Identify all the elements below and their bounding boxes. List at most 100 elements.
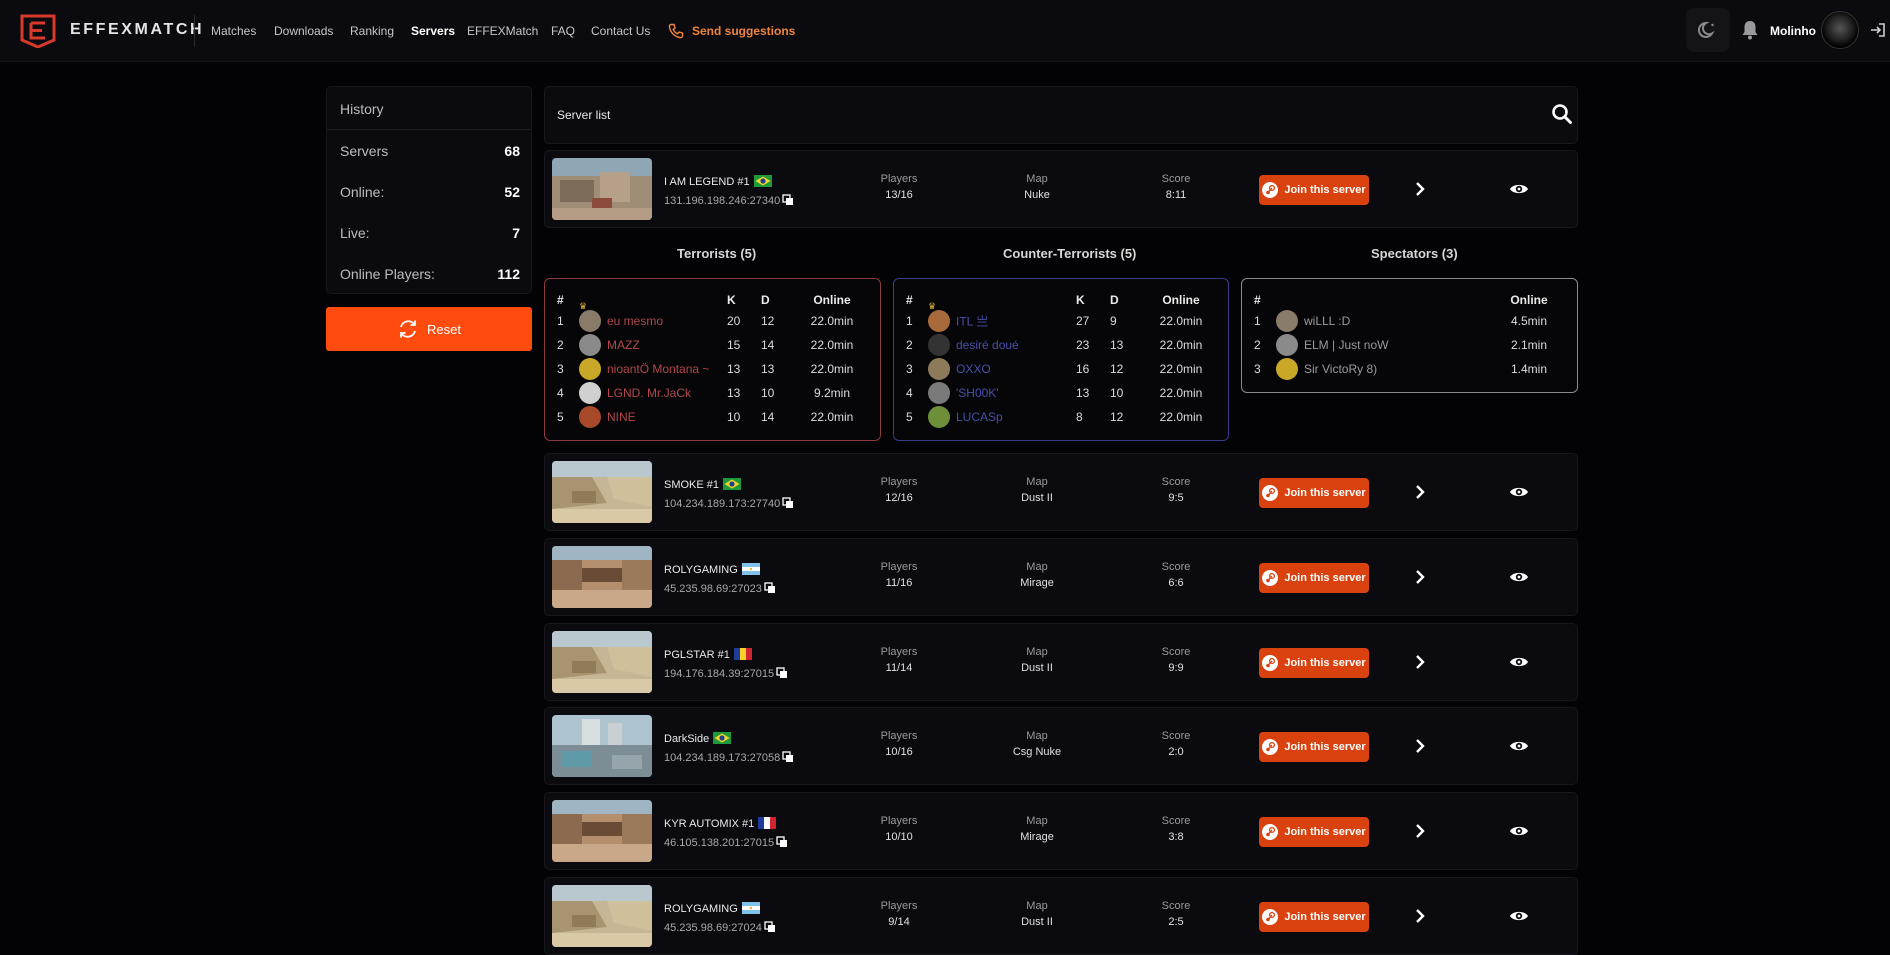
player-cell[interactable]: wiLLL :D — [1276, 309, 1492, 333]
player-cell[interactable]: ELM | Just noW — [1276, 333, 1492, 357]
eye-icon[interactable] — [1509, 739, 1529, 753]
score-value: 9:5 — [1168, 492, 1184, 504]
player-cell[interactable]: 'SH00K' — [928, 381, 1076, 405]
server-row[interactable]: SMOKE #1 104.234.189.173:27740 Players 12… — [544, 453, 1578, 531]
search-icon[interactable] — [1551, 103, 1573, 125]
server-row[interactable]: PGLSTAR #1 194.176.184.39:27015 Players 1… — [544, 623, 1578, 701]
copy-icon[interactable] — [762, 582, 776, 595]
copy-icon[interactable] — [780, 194, 794, 207]
players-column: Players 11/14 — [839, 646, 959, 674]
theme-toggle-button[interactable] — [1686, 8, 1730, 52]
eye-icon[interactable] — [1509, 485, 1529, 499]
eye-icon[interactable] — [1509, 655, 1529, 669]
join-server-button[interactable]: Join this server — [1259, 478, 1369, 508]
player-cell[interactable]: LGND. Mr.JaCk — [579, 381, 727, 405]
player-cell[interactable]: desiré doué — [928, 333, 1076, 357]
server-row[interactable]: DarkSide 104.234.189.173:27058 Players 10… — [544, 707, 1578, 785]
nav-link-faq[interactable]: FAQ — [551, 24, 575, 38]
join-server-button[interactable]: Join this server — [1259, 175, 1369, 205]
join-server-button[interactable]: Join this server — [1259, 817, 1369, 847]
server-search-input[interactable] — [557, 105, 1517, 125]
chevron-right-icon[interactable] — [1413, 821, 1427, 841]
player-name[interactable]: Sir VictoRy 8) — [1304, 362, 1377, 376]
player-row: 4 LGND. Mr.JaCk 13 10 9.2min — [557, 381, 869, 405]
server-row[interactable]: I AM LEGEND #1 131.196.198.246:27340 Pla… — [544, 150, 1578, 228]
chevron-right-icon[interactable] — [1413, 906, 1427, 926]
player-name[interactable]: ELM | Just noW — [1304, 338, 1388, 352]
eye-icon[interactable] — [1509, 570, 1529, 584]
player-name[interactable]: nioantÖ Montana ~ — [607, 362, 709, 376]
copy-icon[interactable] — [774, 667, 788, 680]
player-cell[interactable]: MAZZ — [579, 333, 727, 357]
player-name[interactable]: 'SH00K' — [956, 386, 999, 400]
effexmatch-logo-icon[interactable] — [20, 14, 56, 48]
player-cell[interactable]: LUCASp — [928, 405, 1076, 429]
player-cell[interactable]: NINE — [579, 405, 727, 429]
reset-button[interactable]: Reset — [326, 307, 532, 351]
copy-icon[interactable] — [774, 836, 788, 849]
nav-link-ranking[interactable]: Ranking — [350, 24, 394, 38]
player-rank: 3 — [557, 362, 564, 376]
history-value: 52 — [504, 184, 520, 200]
player-cell[interactable]: Sir VictoRy 8) — [1276, 357, 1492, 381]
player-cell[interactable]: nioantÖ Montana ~ — [579, 357, 727, 381]
player-cell[interactable]: ♛ eu mesmo — [579, 301, 727, 333]
bell-icon[interactable] — [1741, 20, 1759, 40]
player-name[interactable]: desiré doué — [956, 338, 1019, 352]
player-name[interactable]: NINE — [607, 410, 636, 424]
player-name[interactable]: LGND. Mr.JaCk — [607, 386, 691, 400]
table-header: D — [1110, 293, 1119, 307]
player-row: 1 ♛ ITL 亗 27 9 22.0min — [906, 301, 1218, 333]
player-row: 5 LUCASp 8 12 22.0min — [906, 405, 1218, 429]
history-panel: History Servers 68 Online: 52 Live: 7 Onlin… — [326, 86, 532, 294]
player-online-time: 4.5min — [1510, 314, 1548, 328]
history-row-live: Live: 7 — [340, 225, 520, 245]
players-column: Players 11/16 — [839, 561, 959, 589]
player-name[interactable]: MAZZ — [607, 338, 640, 352]
server-row[interactable]: ROLYGAMING 45.235.98.69:27024 Players 9/1… — [544, 877, 1578, 955]
chevron-right-icon[interactable] — [1413, 179, 1427, 199]
players-column: Players 10/16 — [839, 730, 959, 758]
score-value: 3:8 — [1168, 831, 1184, 843]
join-server-button[interactable]: Join this server — [1259, 563, 1369, 593]
chevron-right-icon[interactable] — [1413, 567, 1427, 587]
chevron-right-icon[interactable] — [1413, 482, 1427, 502]
user-avatar[interactable] — [1821, 11, 1859, 49]
player-kills: 15 — [727, 338, 741, 352]
player-name[interactable]: LUCASp — [956, 410, 1003, 424]
join-server-button[interactable]: Join this server — [1259, 648, 1369, 678]
username[interactable]: Molinho — [1770, 24, 1816, 38]
join-server-button[interactable]: Join this server — [1259, 732, 1369, 762]
score-header: Score — [1161, 173, 1191, 185]
nav-link-contact-us[interactable]: Contact Us — [591, 24, 650, 38]
map-header: Map — [1026, 815, 1048, 827]
eye-icon[interactable] — [1509, 824, 1529, 838]
nav-link-effexmatch[interactable]: EFFEXMatch — [467, 24, 538, 38]
nav-link-servers[interactable]: Servers — [411, 24, 455, 38]
player-name[interactable]: wiLLL :D — [1304, 314, 1350, 328]
eye-icon[interactable] — [1509, 909, 1529, 923]
nav-link-downloads[interactable]: Downloads — [274, 24, 333, 38]
logout-icon[interactable] — [1870, 22, 1886, 38]
country-flag-icon — [738, 563, 760, 576]
copy-icon[interactable] — [780, 751, 794, 764]
score-header: Score — [1161, 815, 1191, 827]
eye-icon[interactable] — [1509, 182, 1529, 196]
player-cell[interactable]: OXXO — [928, 357, 1076, 381]
join-server-button[interactable]: Join this server — [1259, 902, 1369, 932]
player-cell[interactable]: ♛ ITL 亗 — [928, 301, 1076, 333]
player-name[interactable]: eu mesmo — [607, 314, 663, 328]
player-name[interactable]: OXXO — [956, 362, 991, 376]
history-value: 112 — [497, 266, 520, 282]
server-row[interactable]: ROLYGAMING 45.235.98.69:27023 Players 11/… — [544, 538, 1578, 616]
table-header — [928, 291, 1076, 309]
server-name-text: SMOKE #1 — [664, 479, 720, 491]
nav-link-matches[interactable]: Matches — [211, 24, 256, 38]
server-row[interactable]: KYR AUTOMIX #1 46.105.138.201:27015 Play… — [544, 792, 1578, 870]
copy-icon[interactable] — [762, 921, 776, 934]
player-name[interactable]: ITL 亗 — [956, 315, 988, 329]
chevron-right-icon[interactable] — [1413, 652, 1427, 672]
chevron-right-icon[interactable] — [1413, 736, 1427, 756]
copy-icon[interactable] — [780, 497, 794, 510]
brand-name[interactable]: EFFEXMATCH — [70, 21, 204, 39]
